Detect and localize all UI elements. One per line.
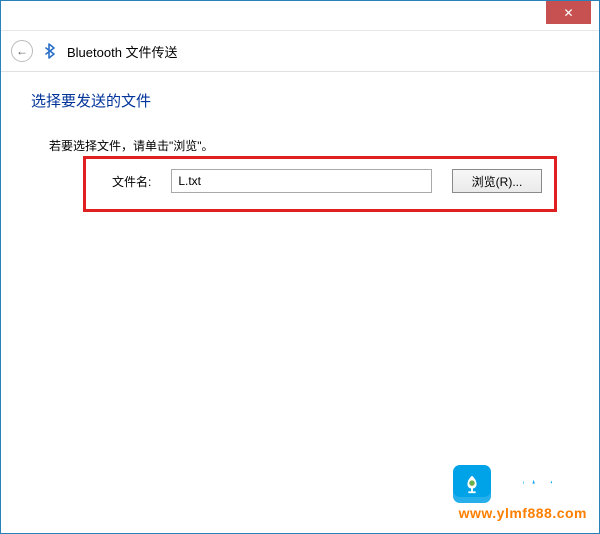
file-select-row: 文件名: 浏览(R)... [83,156,557,212]
back-button[interactable]: ← [11,40,33,62]
content-area: 选择要发送的文件 若要选择文件，请单击"浏览"。 文件名: 浏览(R)... [1,72,599,212]
window-frame: ✕ ← Bluetooth 文件传送 选择要发送的文件 若要选择文件，请单击"浏… [0,0,600,534]
watermark: 雨林木风 www.ylmf888.com [453,465,587,521]
watermark-url: www.ylmf888.com [459,505,587,521]
watermark-logo-icon [453,465,491,503]
close-button[interactable]: ✕ [546,1,591,24]
file-name-input[interactable] [171,169,432,193]
page-heading: 选择要发送的文件 [31,90,569,111]
wizard-header: ← Bluetooth 文件传送 [1,31,599,71]
arrow-left-icon: ← [16,44,28,58]
window-title: Bluetooth 文件传送 [67,42,178,61]
instruction-text: 若要选择文件，请单击"浏览"。 [49,137,569,154]
browse-button[interactable]: 浏览(R)... [452,169,542,193]
watermark-brand: 雨林木风 [495,468,587,500]
bluetooth-icon [41,42,59,60]
watermark-top: 雨林木风 [453,465,587,503]
titlebar: ✕ [1,1,599,31]
file-name-label: 文件名: [112,173,151,190]
close-icon: ✕ [563,6,573,20]
